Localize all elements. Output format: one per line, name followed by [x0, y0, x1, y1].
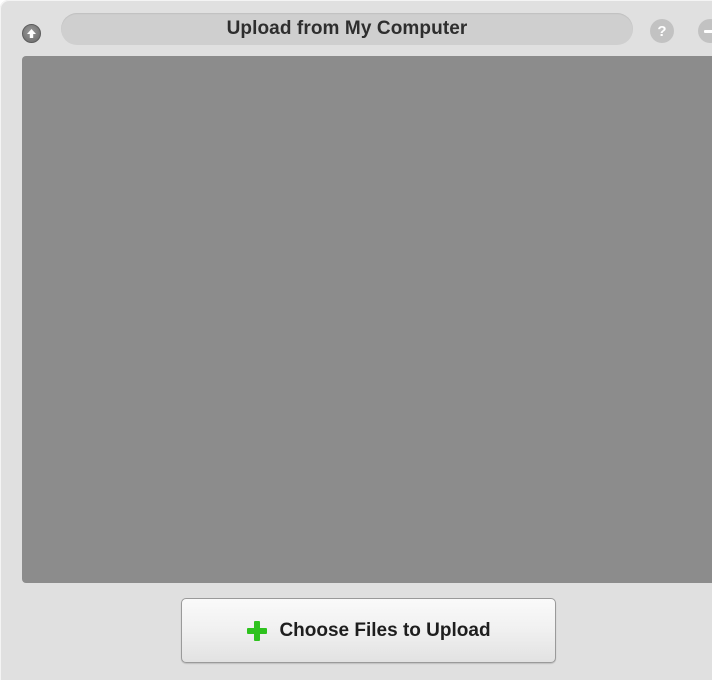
choose-files-button[interactable]: Choose Files to Upload: [181, 598, 556, 663]
title-pill: Upload from My Computer: [61, 13, 633, 45]
minimize-icon: [704, 30, 712, 33]
upload-dialog: Upload from My Computer ? Choose Files t…: [0, 0, 712, 680]
minimize-button[interactable]: [698, 19, 712, 43]
back-button[interactable]: [22, 24, 41, 43]
window-title: Upload from My Computer: [226, 18, 468, 39]
question-icon: ?: [657, 22, 667, 40]
choose-files-label: Choose Files to Upload: [279, 619, 491, 641]
help-button[interactable]: ?: [650, 19, 674, 43]
title-bar: Upload from My Computer ?: [0, 0, 712, 54]
plus-icon: [247, 620, 268, 641]
file-drop-area[interactable]: [22, 56, 712, 583]
circle-arrow-up-icon: [27, 29, 36, 38]
